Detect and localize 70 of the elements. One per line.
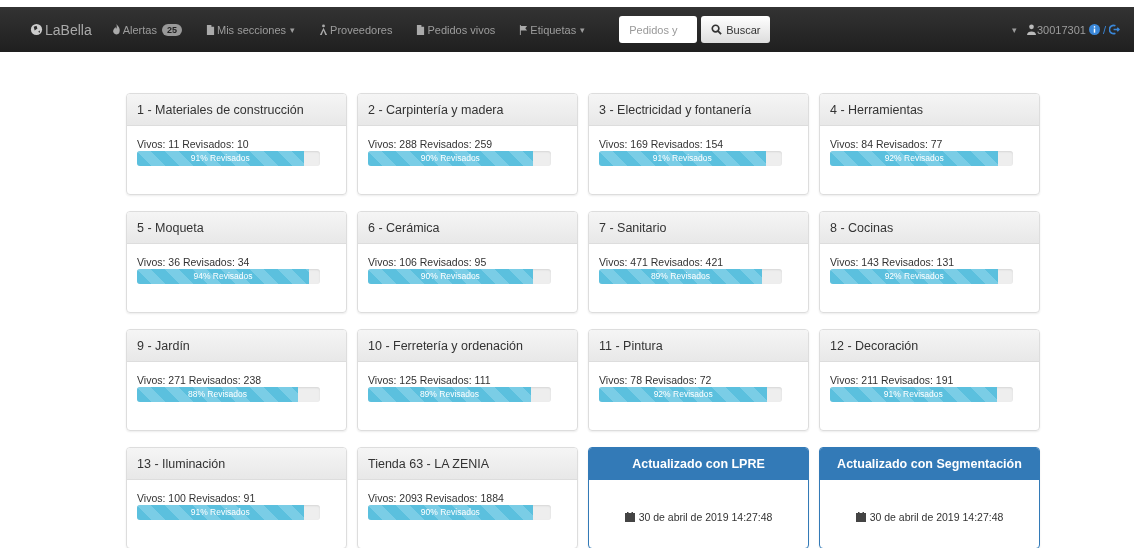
separator: / — [1102, 23, 1106, 36]
card-stats: Vivos: 2093 Revisados: 1884 — [368, 492, 505, 504]
search-button[interactable]: Buscar — [701, 16, 771, 43]
card-title: Actualizado con LPRE — [632, 457, 765, 471]
card-title: 1 - Materiales de construcción — [137, 102, 304, 117]
caret-icon[interactable]: ▾ — [1012, 24, 1017, 35]
card-stats: Vivos: 78 Revisados: 72 — [599, 374, 713, 386]
card-stats: Vivos: 125 Revisados: 111 — [368, 374, 492, 386]
card-title: 4 - Herramientas — [830, 102, 924, 117]
card-title: 9 - Jardín — [137, 338, 190, 353]
search-icon — [711, 24, 723, 35]
card-stats: Vivos: 288 Revisados: 259 — [368, 138, 494, 150]
progress-label: 89% Revisados — [649, 270, 711, 283]
nav-link[interactable]: Alertas 25 — [111, 23, 182, 36]
card-stats: Vivos: 143 Revisados: 131 — [830, 256, 956, 268]
card-title: 10 - Ferretería y ordenación — [368, 338, 523, 353]
user-link[interactable]: 30017301 — [1027, 23, 1086, 36]
progress-label: 89% Revisados — [418, 388, 480, 401]
nav-dropdown[interactable]: Mis secciones ▾ — [205, 23, 296, 36]
nav-link[interactable]: Proveedores — [319, 23, 393, 36]
card-title: 11 - Pintura — [599, 338, 663, 353]
card-stats: Vivos: 84 Revisados: 77 — [830, 138, 944, 150]
card-stats: Vivos: 11 Revisados: 10 — [137, 138, 250, 150]
progress-label: 92% Revisados — [883, 270, 945, 283]
progress-label: 90% Revisados — [419, 506, 481, 519]
progress-label: 90% Revisados — [419, 270, 481, 283]
card-title: 3 - Electricidad y fontanería — [599, 102, 752, 117]
card-stats: Vivos: 271 Revisados: 238 — [137, 374, 263, 386]
card-title: 12 - Decoración — [830, 338, 919, 353]
info-icon[interactable] — [1088, 24, 1100, 35]
progress-label: 92% Revisados — [883, 152, 945, 165]
brand-link[interactable]: LaBella — [30, 21, 92, 38]
fire-icon — [111, 24, 121, 35]
globe-icon — [30, 23, 43, 36]
card-stats: Vivos: 36 Revisados: 34 — [137, 256, 251, 268]
progress-label: 90% Revisados — [419, 152, 481, 165]
card-title: Actualizado con Segmentación — [837, 457, 1022, 471]
nav-link[interactable]: Pedidos vivos — [416, 23, 496, 36]
update-date: 30 de abril de 2019 14:27:48 — [638, 511, 773, 523]
logout-icon[interactable] — [1109, 24, 1120, 35]
card-title: 2 - Carpintería y madera — [368, 102, 504, 117]
caret-icon: ▾ — [290, 24, 296, 35]
flag-icon — [519, 24, 529, 35]
progress-label: 92% Revisados — [652, 388, 714, 401]
person-icon — [319, 24, 329, 35]
progress-label: 91% Revisados — [189, 152, 251, 165]
card-title: 6 - Cerámica — [368, 220, 440, 235]
card-title: 8 - Cocinas — [830, 220, 894, 235]
card-stats: Vivos: 106 Revisados: 95 — [368, 256, 488, 268]
user-icon — [1027, 24, 1036, 35]
nav-dropdown[interactable]: Etiquetas ▾ — [519, 23, 586, 36]
search-field[interactable]: Pedidos y — [619, 16, 698, 43]
caret-icon: ▾ — [580, 24, 586, 35]
card-stats: Vivos: 169 Revisados: 154 — [599, 138, 725, 150]
calendar-icon — [855, 512, 866, 522]
count-badge: 25 — [161, 23, 182, 36]
progress-label: 91% Revisados — [882, 388, 944, 401]
card-stats: Vivos: 471 Revisados: 421 — [599, 256, 725, 268]
progress-label: 91% Revisados — [189, 506, 251, 519]
progress-label: 91% Revisados — [651, 152, 713, 165]
progress-label: 88% Revisados — [187, 388, 249, 401]
card-title: Tienda 63 - LA ZENIA — [368, 456, 490, 471]
update-date: 30 de abril de 2019 14:27:48 — [869, 511, 1004, 523]
card-stats: Vivos: 211 Revisados: 191 — [830, 374, 955, 386]
card-title: 5 - Moqueta — [137, 220, 204, 235]
card-title: 13 - Iluminación — [137, 456, 226, 471]
calendar-icon — [624, 512, 635, 522]
progress-label: 94% Revisados — [192, 270, 254, 283]
card-stats: Vivos: 100 Revisados: 91 — [137, 492, 257, 504]
card-title: 7 - Sanitario — [599, 220, 667, 235]
